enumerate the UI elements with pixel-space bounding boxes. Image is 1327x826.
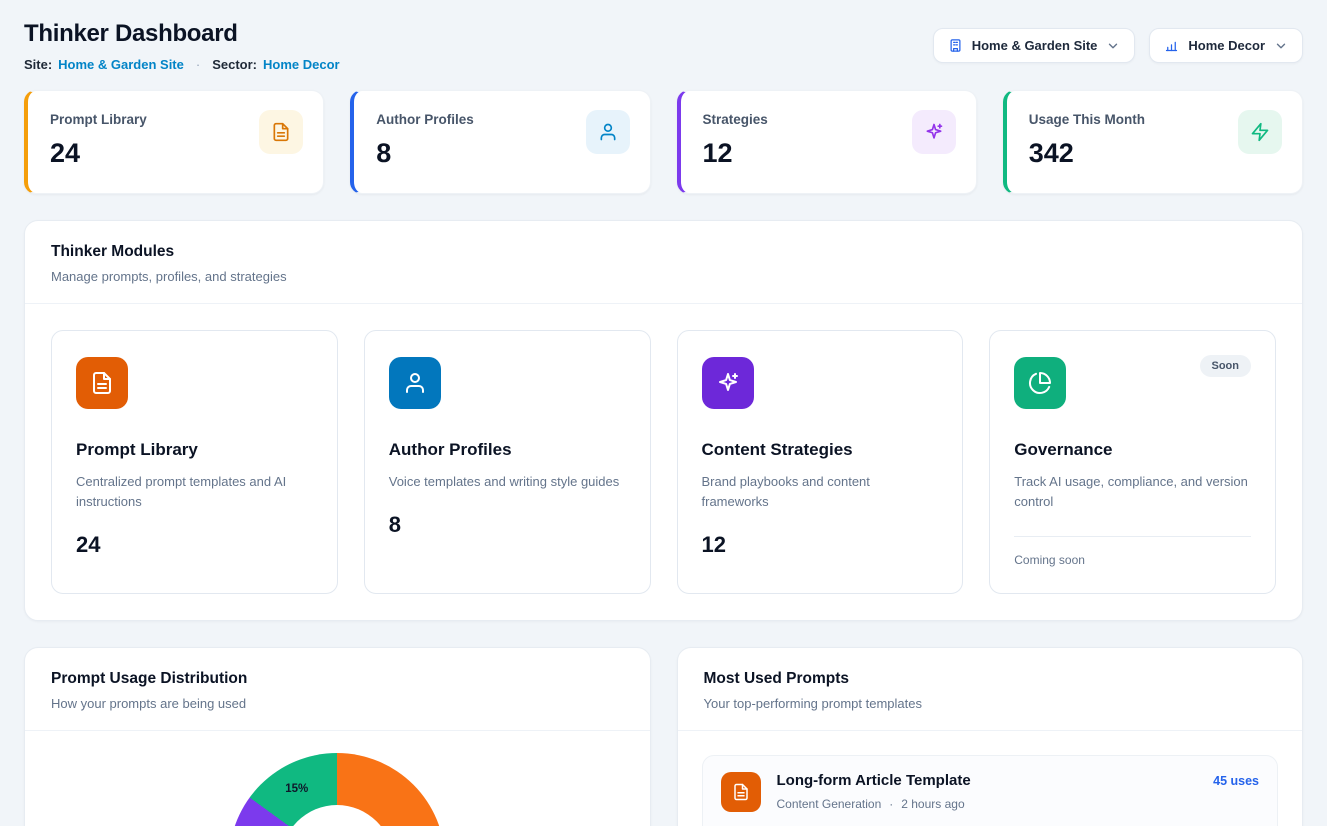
pie-chart-icon (1014, 357, 1066, 409)
prompt-list-item[interactable]: Long-form Article Template Content Gener… (702, 755, 1279, 826)
stats-row: Prompt Library 24 Author Profiles 8 Stra… (24, 90, 1303, 194)
sector-link[interactable]: Home Decor (263, 57, 340, 72)
stat-card-strategies: Strategies 12 (677, 90, 977, 194)
module-count: 12 (702, 532, 939, 558)
breadcrumb: Site: Home & Garden Site · Sector: Home … (24, 57, 340, 72)
usage-distribution-panel: Prompt Usage Distribution How your promp… (24, 647, 651, 826)
prompt-meta: Content Generation · 2 hours ago (777, 797, 971, 811)
prompt-category: Content Generation (777, 797, 882, 811)
module-description: Track AI usage, compliance, and version … (1014, 472, 1251, 512)
module-card-author-profiles[interactable]: Author Profiles Voice templates and writ… (364, 330, 651, 594)
title-block: Thinker Dashboard Site: Home & Garden Si… (24, 20, 340, 72)
chevron-down-icon (1106, 39, 1120, 53)
sparkle-icon (912, 110, 956, 154)
bottom-row: Prompt Usage Distribution How your promp… (24, 647, 1303, 826)
site-label: Site: (24, 57, 52, 72)
prompt-uses-badge: 45 uses (1213, 772, 1259, 788)
sector-selector[interactable]: Home Decor (1149, 28, 1303, 63)
module-count: 8 (389, 512, 626, 538)
usage-panel-header: Prompt Usage Distribution How your promp… (25, 648, 650, 731)
prompts-panel-title: Most Used Prompts (704, 670, 1277, 688)
stat-card-prompt-library: Prompt Library 24 (24, 90, 324, 194)
prompt-title: Long-form Article Template (777, 772, 971, 789)
prompt-list: Long-form Article Template Content Gener… (678, 731, 1303, 826)
modules-panel-title: Thinker Modules (51, 243, 1276, 261)
modules-panel-subtitle: Manage prompts, profiles, and strategies (51, 269, 1276, 284)
module-description: Voice templates and writing style guides (389, 472, 626, 492)
site-link[interactable]: Home & Garden Site (58, 57, 184, 72)
module-description: Brand playbooks and content frameworks (702, 472, 939, 512)
selector-group: Home & Garden Site Home Decor (933, 28, 1303, 63)
building-icon (948, 38, 963, 53)
module-title: Governance (1014, 440, 1251, 460)
user-icon (586, 110, 630, 154)
document-icon (76, 357, 128, 409)
stat-card-usage: Usage This Month 342 (1003, 90, 1303, 194)
sector-selector-label: Home Decor (1188, 38, 1265, 53)
chevron-down-icon (1274, 39, 1288, 53)
module-title: Author Profiles (389, 440, 626, 460)
soon-badge: Soon (1200, 355, 1252, 377)
module-count: 24 (76, 532, 313, 558)
modules-panel: Thinker Modules Manage prompts, profiles… (24, 220, 1303, 621)
separator-dot: · (889, 797, 893, 811)
donut-chart: 15% (229, 753, 445, 826)
separator-dot: · (196, 57, 200, 72)
module-title: Prompt Library (76, 440, 313, 460)
most-used-prompts-panel: Most Used Prompts Your top-performing pr… (677, 647, 1304, 826)
document-icon (259, 110, 303, 154)
site-selector[interactable]: Home & Garden Site (933, 28, 1136, 63)
document-icon (721, 772, 761, 812)
bar-chart-icon (1164, 38, 1179, 53)
module-card-content-strategies[interactable]: Content Strategies Brand playbooks and c… (677, 330, 964, 594)
sparkle-icon (702, 357, 754, 409)
coming-soon-note: Coming soon (1014, 536, 1251, 567)
modules-grid: Prompt Library Centralized prompt templa… (25, 304, 1302, 620)
module-card-governance[interactable]: Soon Governance Track AI usage, complian… (989, 330, 1276, 594)
header: Thinker Dashboard Site: Home & Garden Si… (24, 20, 1303, 72)
dashboard-page: Thinker Dashboard Site: Home & Garden Si… (0, 0, 1327, 826)
modules-panel-header: Thinker Modules Manage prompts, profiles… (25, 221, 1302, 304)
prompt-time: 2 hours ago (901, 797, 964, 811)
prompts-panel-header: Most Used Prompts Your top-performing pr… (678, 648, 1303, 731)
chart-area: 15% (25, 731, 650, 826)
stat-card-author-profiles: Author Profiles 8 (350, 90, 650, 194)
prompt-item-body: Long-form Article Template Content Gener… (777, 772, 971, 811)
page-title: Thinker Dashboard (24, 20, 340, 48)
zap-icon (1238, 110, 1282, 154)
module-title: Content Strategies (702, 440, 939, 460)
user-icon (389, 357, 441, 409)
module-description: Centralized prompt templates and AI inst… (76, 472, 313, 512)
module-card-prompt-library[interactable]: Prompt Library Centralized prompt templa… (51, 330, 338, 594)
sector-label: Sector: (212, 57, 257, 72)
donut-hole (281, 805, 393, 826)
usage-panel-subtitle: How your prompts are being used (51, 696, 624, 711)
site-selector-label: Home & Garden Site (972, 38, 1098, 53)
donut-slice-label: 15% (285, 783, 308, 795)
prompts-panel-subtitle: Your top-performing prompt templates (704, 696, 1277, 711)
usage-panel-title: Prompt Usage Distribution (51, 670, 624, 688)
